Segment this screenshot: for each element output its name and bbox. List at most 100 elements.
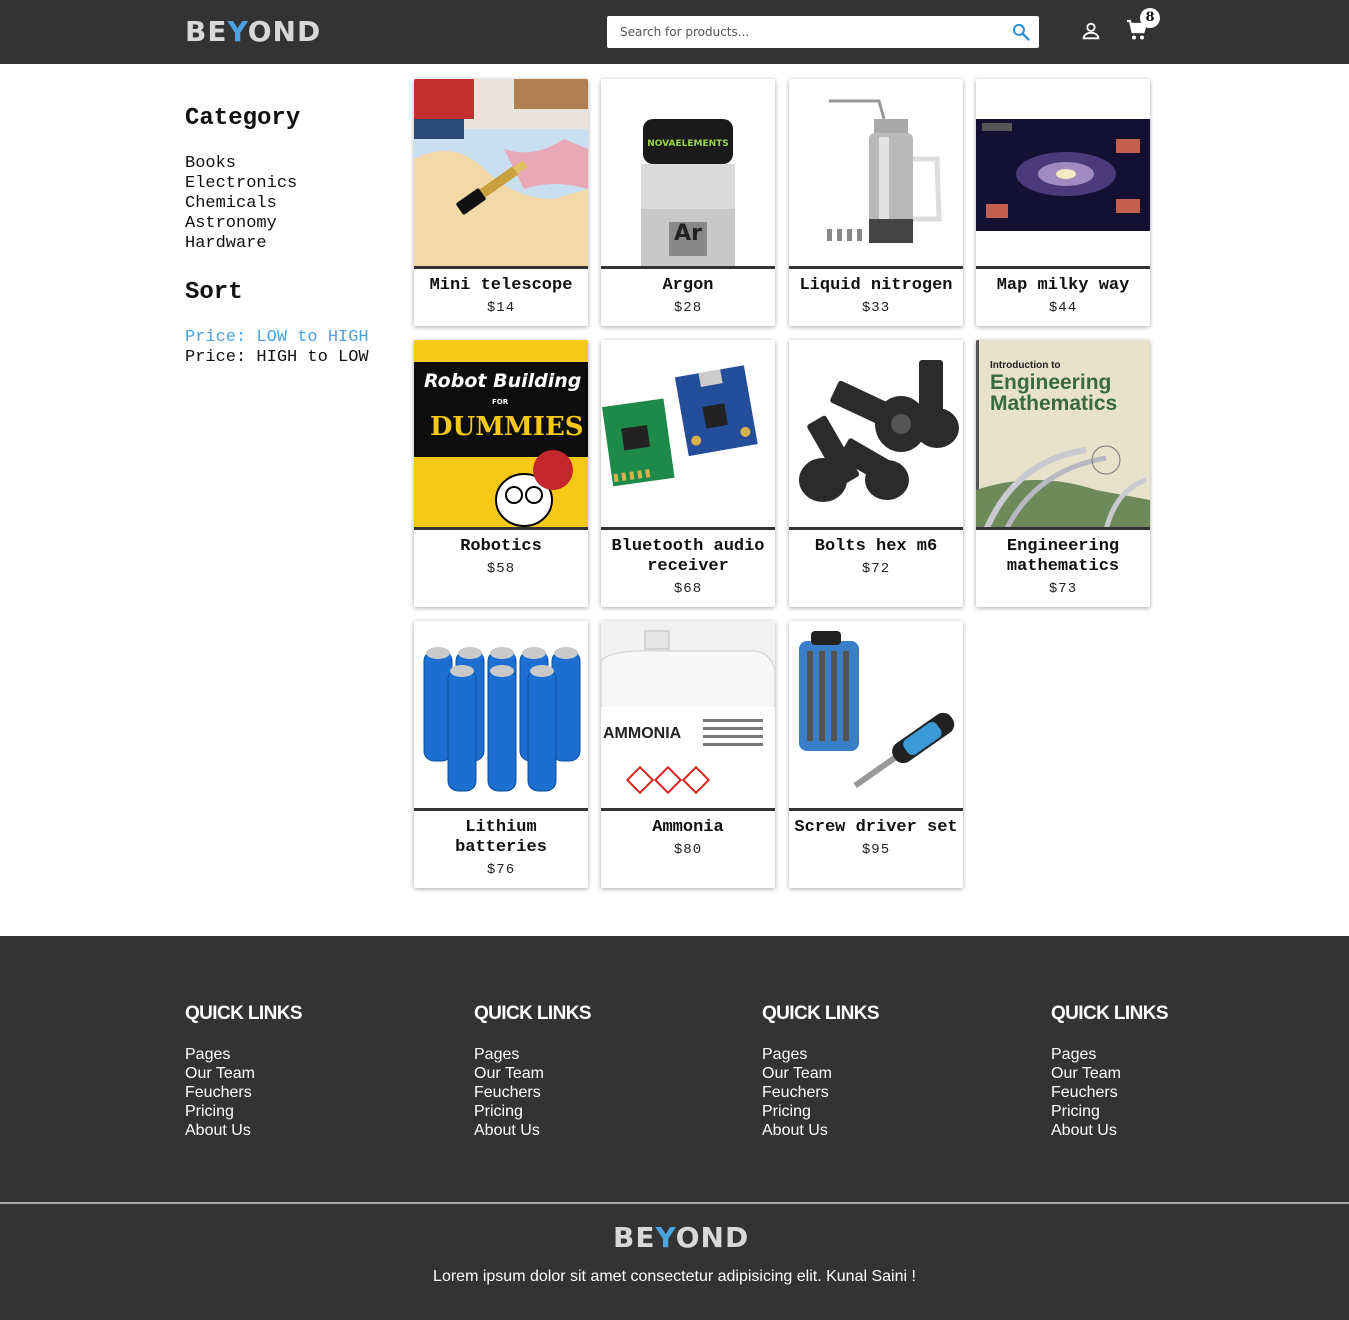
- book-title-line: Mathematics: [990, 392, 1118, 415]
- product-name: Bolts hex m6: [814, 537, 938, 556]
- product-price: $14: [486, 300, 516, 316]
- book-sub: FOR: [492, 398, 509, 406]
- product-label-text: AMMONIA: [603, 725, 682, 742]
- category-item-books[interactable]: Books: [185, 154, 405, 174]
- product-price: $80: [673, 842, 703, 858]
- product-image: [789, 340, 963, 530]
- product-price: $73: [1048, 581, 1078, 597]
- footer-link-our-team[interactable]: Our Team: [474, 1064, 674, 1083]
- footer-link-our-team[interactable]: Our Team: [762, 1064, 962, 1083]
- category-item-astronomy[interactable]: Astronomy: [185, 214, 405, 234]
- footer-link-about-us[interactable]: About Us: [185, 1121, 385, 1140]
- logo-text-part: BE: [185, 15, 228, 48]
- filter-sidebar: Category Books Electronics Chemicals Ast…: [185, 100, 405, 368]
- product-card[interactable]: Map milky way $44: [976, 79, 1150, 326]
- product-card[interactable]: Bolts hex m6 $72: [789, 340, 963, 607]
- logo-text-accent: Y: [655, 1221, 676, 1254]
- footer-link-about-us[interactable]: About Us: [762, 1121, 962, 1140]
- sort-high-to-low[interactable]: Price: HIGH to LOW: [185, 348, 405, 368]
- search-input[interactable]: [607, 16, 997, 48]
- product-price: $44: [1048, 300, 1078, 316]
- element-symbol: Ar: [674, 221, 702, 246]
- product-price: $28: [673, 300, 703, 316]
- logo-text-part: BE: [613, 1221, 656, 1254]
- book-brand: DUMMIES: [430, 412, 584, 442]
- search-icon[interactable]: [1011, 22, 1031, 42]
- footer-link-our-team[interactable]: Our Team: [1051, 1064, 1251, 1083]
- product-card[interactable]: Robot Building FOR DUMMIES Robotics $58: [414, 340, 588, 607]
- footer-link-our-team[interactable]: Our Team: [185, 1064, 385, 1083]
- category-item-electronics[interactable]: Electronics: [185, 174, 405, 194]
- product-image: AMMONIA: [601, 621, 775, 811]
- footer-link-pricing[interactable]: Pricing: [762, 1102, 962, 1121]
- footer-link-pages[interactable]: Pages: [1051, 1045, 1251, 1064]
- product-price: $58: [486, 561, 516, 577]
- footer-link-pricing[interactable]: Pricing: [474, 1102, 674, 1121]
- category-item-chemicals[interactable]: Chemicals: [185, 194, 405, 214]
- product-card[interactable]: Bluetooth audio receiver $68: [601, 340, 775, 607]
- top-navbar: BEYOND 8: [0, 0, 1349, 64]
- footer-link-pricing[interactable]: Pricing: [1051, 1102, 1251, 1121]
- product-name: Mini telescope: [429, 276, 573, 295]
- footer-link-feuchers[interactable]: Feuchers: [474, 1083, 674, 1102]
- logo-text-accent: Y: [227, 15, 248, 48]
- footer-link-about-us[interactable]: About Us: [1051, 1121, 1251, 1140]
- footer-logo[interactable]: BEYOND: [613, 1221, 748, 1254]
- sort-low-to-high[interactable]: Price: LOW to HIGH: [185, 328, 405, 348]
- footer-heading: QUICK LINKS: [185, 1003, 303, 1024]
- product-card[interactable]: AMMONIA Ammonia $80: [601, 621, 775, 888]
- product-price: $68: [673, 581, 703, 597]
- product-name: Ammonia: [652, 818, 724, 837]
- product-image: Introduction to Engineering Mathematics: [976, 340, 1150, 530]
- site-footer: QUICK LINKS Pages Our Team Feuchers Pric…: [0, 936, 1349, 1320]
- product-name: Screw driver set: [794, 818, 958, 837]
- footer-link-pages[interactable]: Pages: [185, 1045, 385, 1064]
- product-name: Robotics: [460, 537, 542, 556]
- product-card[interactable]: Liquid nitrogen $33: [789, 79, 963, 326]
- account-icon[interactable]: [1080, 20, 1102, 42]
- product-name: Lithium batteries: [455, 818, 547, 857]
- category-list: Books Electronics Chemicals Astronomy Ha…: [185, 154, 405, 254]
- sort-heading: Sort: [185, 279, 243, 306]
- sort-options: Price: LOW to HIGH Price: HIGH to LOW: [185, 328, 405, 368]
- product-name: Map milky way: [996, 276, 1130, 295]
- product-image: [976, 79, 1150, 269]
- product-card[interactable]: Screw driver set $95: [789, 621, 963, 888]
- footer-column: QUICK LINKS Pages Our Team Feuchers Pric…: [185, 1002, 385, 1140]
- product-card[interactable]: Lithium batteries $76: [414, 621, 588, 888]
- footer-link-pages[interactable]: Pages: [762, 1045, 962, 1064]
- product-name: Engineering mathematics: [1006, 537, 1120, 576]
- footer-heading: QUICK LINKS: [762, 1003, 880, 1024]
- footer-link-feuchers[interactable]: Feuchers: [1051, 1083, 1251, 1102]
- product-image: NOVAELEMENTS Ar: [601, 79, 775, 269]
- product-image: [789, 79, 963, 269]
- category-item-hardware[interactable]: Hardware: [185, 234, 405, 254]
- brand-logo[interactable]: BEYOND: [185, 15, 320, 48]
- footer-link-pricing[interactable]: Pricing: [185, 1102, 385, 1121]
- product-name: Bluetooth audio receiver: [611, 537, 765, 576]
- product-price: $95: [861, 842, 891, 858]
- search-bar: [607, 16, 1039, 48]
- product-image: Robot Building FOR DUMMIES: [414, 340, 588, 530]
- product-card[interactable]: Mini telescope $14: [414, 79, 588, 326]
- cart-count-badge: 8: [1140, 8, 1160, 28]
- product-name: Argon: [662, 276, 714, 295]
- footer-heading: QUICK LINKS: [474, 1003, 592, 1024]
- footer-heading: QUICK LINKS: [1051, 1003, 1169, 1024]
- product-card[interactable]: NOVAELEMENTS Ar Argon $28: [601, 79, 775, 326]
- logo-text-part: OND: [247, 15, 322, 48]
- footer-column: QUICK LINKS Pages Our Team Feuchers Pric…: [1051, 1002, 1251, 1140]
- footer-link-about-us[interactable]: About Us: [474, 1121, 674, 1140]
- product-price: $33: [861, 300, 891, 316]
- footer-divider: [0, 1202, 1349, 1204]
- product-image: [789, 621, 963, 811]
- footer-link-feuchers[interactable]: Feuchers: [185, 1083, 385, 1102]
- product-image: [414, 621, 588, 811]
- footer-link-feuchers[interactable]: Feuchers: [762, 1083, 962, 1102]
- footer-column: QUICK LINKS Pages Our Team Feuchers Pric…: [474, 1002, 674, 1140]
- product-card[interactable]: Introduction to Engineering Mathematics …: [976, 340, 1150, 607]
- product-price: $72: [861, 561, 891, 577]
- footer-link-pages[interactable]: Pages: [474, 1045, 674, 1064]
- svg-text:NOVAELEMENTS: NOVAELEMENTS: [647, 139, 729, 149]
- product-price: $76: [486, 862, 516, 878]
